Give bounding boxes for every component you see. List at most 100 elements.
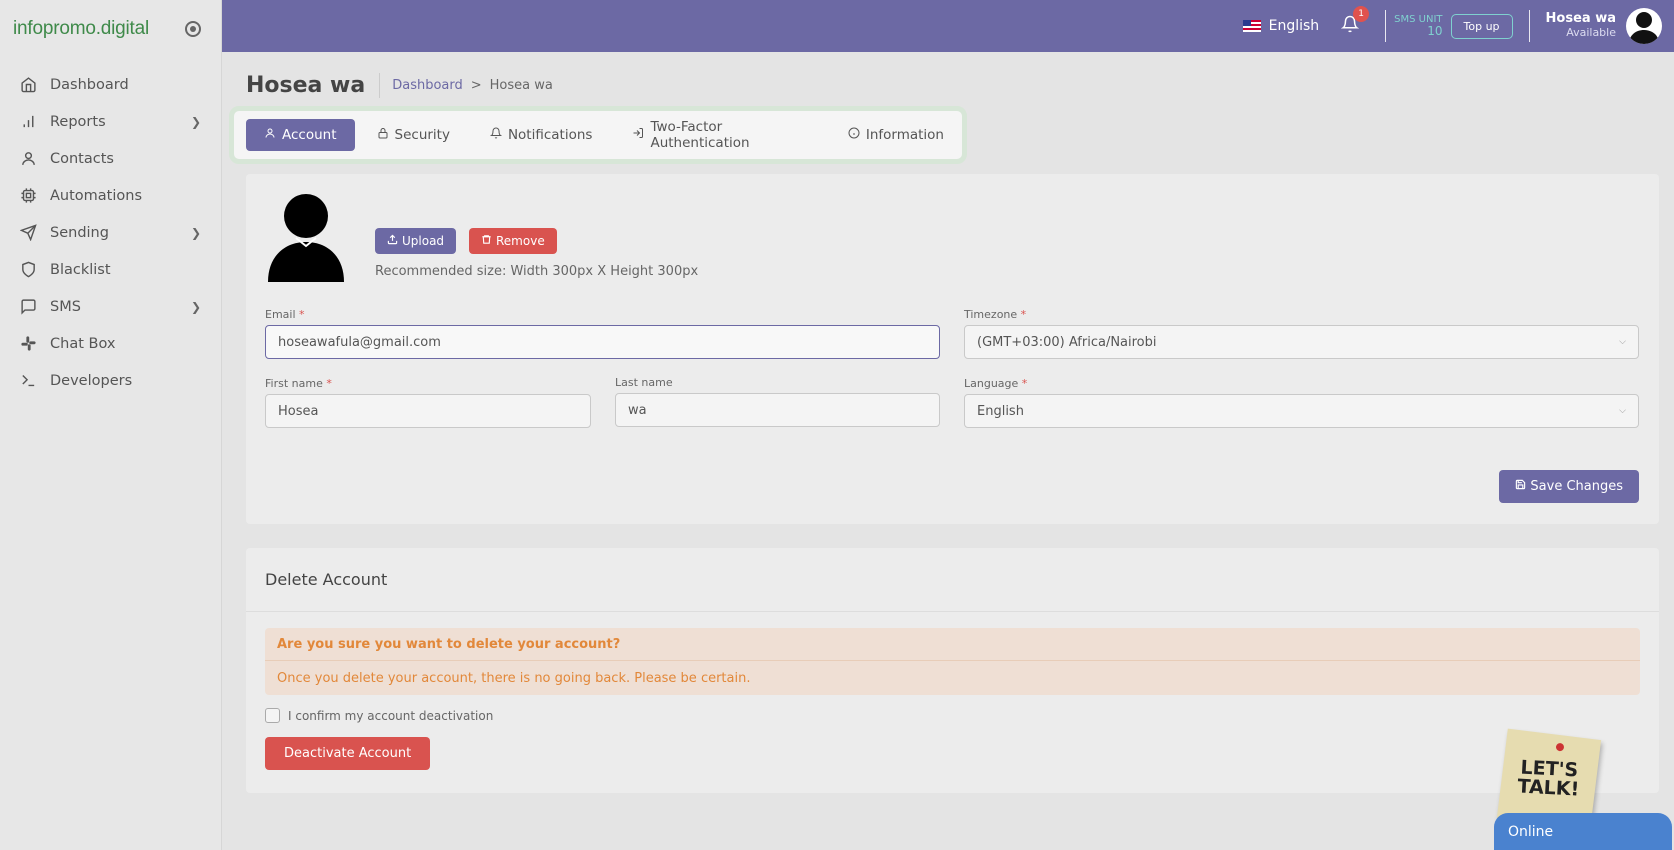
language-label: English [1268,18,1320,34]
save-changes-button[interactable]: Save Changes [1499,470,1639,503]
tab-label: Account [282,127,337,143]
first-name-group: First name * Hosea [265,377,591,428]
user-icon [264,127,276,143]
sidebar-item-contacts[interactable]: Contacts [0,140,221,177]
confirm-checkbox[interactable] [265,708,280,723]
user-status: Available [1566,26,1616,40]
tab-label: Two-Factor Authentication [650,119,750,151]
send-icon [20,224,50,241]
recommended-size-text: Recommended size: Width 300px X Height 3… [375,264,699,279]
notifications-button[interactable]: 1 [1340,6,1370,37]
login-icon [632,127,644,143]
upload-icon [387,234,398,248]
divider [1528,10,1530,42]
remove-button[interactable]: Remove [469,228,557,254]
sidebar-item-dashboard[interactable]: Dashboard [0,66,221,103]
first-name-field[interactable]: Hosea [265,394,591,428]
timezone-select[interactable]: (GMT+03:00) Africa/Nairobi ⌵ [964,325,1639,359]
sidebar-item-developers[interactable]: Developers [0,362,221,399]
cpu-icon [20,187,50,204]
language-switcher[interactable]: English [1242,18,1320,34]
chevron-right-icon: ❯ [190,225,201,240]
sidebar-item-label: Sending [50,224,109,241]
tab-account[interactable]: Account [246,119,355,151]
confirm-label: I confirm my account deactivation [288,708,494,723]
tab-label: Security [394,127,450,143]
tab-notifications[interactable]: Notifications [472,119,611,151]
pin-icon [1555,742,1565,752]
slack-icon [20,335,50,352]
sidebar-item-label: Blacklist [50,261,111,278]
language-value: English [977,403,1024,419]
sidebar-item-sms[interactable]: SMS ❯ [0,288,221,325]
breadcrumb-separator: > [470,78,482,93]
us-flag-icon [1242,20,1261,32]
topbar: English 1 SMS UNIT 10 Top up Hosea wa Av… [222,0,1674,52]
sidebar-item-sending[interactable]: Sending ❯ [0,214,221,251]
divider [1385,10,1387,42]
lets-talk-text: LET'S TALK! [1517,756,1580,801]
user-icon [20,150,50,167]
avatar[interactable] [1626,8,1662,44]
notification-badge: 1 [1353,6,1370,22]
tab-security[interactable]: Security [359,119,468,151]
timezone-label: Timezone * [964,308,1027,321]
language-label: Language * [964,377,1028,390]
last-name-group: Last name wa [615,376,940,427]
confirm-deactivation[interactable]: I confirm my account deactivation [265,708,493,723]
brand: infopromo.digital [0,0,221,58]
sidebar-item-label: Developers [50,372,133,389]
email-label: Email * [265,308,305,321]
trash-icon [481,234,492,248]
sidebar-item-label: SMS [50,298,81,315]
sidebar-item-blacklist[interactable]: Blacklist [0,251,221,288]
sidebar-nav: Dashboard Reports ❯ Contacts Automations [0,66,221,399]
tab-label: Information [865,127,944,143]
sidebar-item-label: Contacts [50,150,114,167]
upload-button[interactable]: Upload [375,228,457,254]
breadcrumb: Dashboard > Hosea wa [392,78,553,93]
brand-logo[interactable]: infopromo.digital [13,18,149,40]
alert-heading: Are you sure you want to delete your acc… [265,628,1640,661]
sidebar-item-automations[interactable]: Automations [0,177,221,214]
timezone-value: (GMT+03:00) Africa/Nairobi [977,334,1157,350]
email-group: Email * hoseawafula@gmail.com [265,308,940,359]
sidebar-item-label: Reports [50,113,106,130]
top-up-button[interactable]: Top up [1450,13,1513,39]
tab-two-factor-authentication[interactable]: Two-Factor Authentication [614,111,825,159]
chevron-down-icon: ⌵ [1619,337,1626,347]
page-title: Hosea wa [246,73,381,98]
account-card: Upload Remove Recommended size: Width 30… [246,174,1659,524]
sms-unit: SMS UNIT 10 [1394,14,1442,38]
email-field[interactable]: hoseawafula@gmail.com [265,325,940,359]
deactivate-account-button[interactable]: Deactivate Account [265,737,431,770]
alert-body: Once you delete your account, there is n… [277,670,751,686]
sidebar-item-label: Dashboard [50,76,129,93]
tab-label: Notifications [507,127,593,143]
chevron-down-icon: ⌵ [1619,406,1626,416]
bell-icon [489,127,503,143]
message-icon [20,298,50,315]
breadcrumb-current: Hosea wa [489,78,553,93]
tab-information[interactable]: Information [830,119,962,151]
sidebar-item-chat-box[interactable]: Chat Box [0,325,221,362]
sidebar-item-reports[interactable]: Reports ❯ [0,103,221,140]
chevron-right-icon: ❯ [190,114,201,129]
chevron-right-icon: ❯ [190,299,201,314]
sidebar-toggle-icon[interactable] [185,21,201,37]
last-name-label: Last name [615,376,673,389]
terminal-icon [20,372,50,389]
breadcrumb-dashboard-link[interactable]: Dashboard [392,78,463,93]
info-icon [848,127,860,143]
profile-tabs: Account Security Notifications Two-Facto… [229,106,967,164]
user-menu[interactable]: Hosea wa Available [1546,11,1616,40]
last-name-field[interactable]: wa [615,393,940,427]
sidebar: infopromo.digital Dashboard Reports ❯ Co… [0,0,222,850]
upload-label: Upload [402,234,445,248]
bar-chart-icon [20,113,50,130]
chat-online-button[interactable]: Online [1494,813,1672,850]
delete-warning-alert: Are you sure you want to delete your acc… [265,628,1640,695]
language-select[interactable]: English ⌵ [964,394,1639,428]
language-group: Language * English ⌵ [964,377,1639,428]
save-label: Save Changes [1530,479,1623,494]
